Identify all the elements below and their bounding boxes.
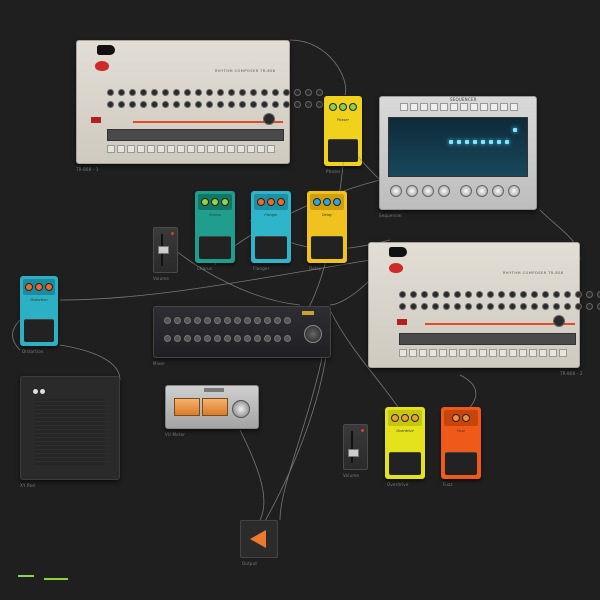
knob[interactable] (508, 185, 520, 197)
step-buttons[interactable] (399, 349, 567, 357)
tempo-knob[interactable] (553, 315, 565, 327)
footswitch[interactable] (445, 452, 477, 475)
device-caption: TR-808 - 1 (76, 167, 99, 172)
pedal-label: Fuzz (457, 429, 465, 433)
drum-machine-2[interactable]: RHYTHM COMPOSER TR-808 (368, 242, 600, 368)
fader-handle[interactable] (158, 246, 169, 254)
knob[interactable] (438, 185, 450, 197)
pad-indicator-icon (40, 389, 45, 394)
footswitch[interactable] (255, 236, 287, 259)
step-sequencer[interactable]: SEQUENCER (379, 96, 537, 210)
status-led (361, 429, 364, 432)
drum-machine-brand: RHYTHM COMPOSER TR-808 (503, 271, 564, 275)
device-caption: Volume (153, 276, 170, 281)
vu-meter[interactable] (165, 385, 259, 429)
step-panel (399, 333, 576, 345)
pedal-label: Overdrive (396, 429, 414, 433)
step-panel (107, 129, 284, 141)
legend-bar (44, 578, 68, 580)
gain-knob[interactable] (232, 400, 250, 418)
output-arrow-icon (250, 530, 266, 548)
sequencer-screen[interactable] (388, 117, 528, 177)
heart-logo-icon (95, 61, 109, 71)
knob[interactable] (476, 185, 488, 197)
device-caption: Volume (343, 473, 360, 478)
device-caption: Overdrive (387, 482, 409, 487)
speaker-icon (389, 247, 407, 257)
pedal-label: Flanger (264, 213, 278, 217)
pedal-label: Chorus (208, 213, 222, 217)
knob[interactable] (422, 185, 434, 197)
device-caption: Chorus (197, 266, 213, 271)
heart-logo-icon (389, 263, 403, 273)
display-led (91, 117, 101, 123)
footswitch[interactable] (199, 236, 231, 259)
legend-bar (18, 575, 34, 577)
knob[interactable] (492, 185, 504, 197)
volume-fader[interactable] (343, 424, 368, 470)
knob-row[interactable] (107, 101, 323, 108)
master-knob[interactable] (304, 325, 322, 343)
output-module[interactable] (240, 520, 278, 558)
knob[interactable] (406, 185, 418, 197)
device-caption: Phaser (326, 169, 341, 174)
knob[interactable] (460, 185, 472, 197)
fader-handle[interactable] (348, 449, 359, 457)
drum-machine-1[interactable]: RHYTHM COMPOSER TR-808 (76, 40, 323, 164)
status-led (171, 232, 174, 235)
pedal-label: Delay (321, 213, 333, 217)
knob-row[interactable] (107, 89, 323, 96)
pedal-label: Phaser (337, 118, 349, 122)
effect-pedal[interactable]: Delay (307, 191, 347, 263)
display-led (397, 319, 407, 325)
knob-row[interactable] (399, 291, 600, 298)
footswitch[interactable] (328, 139, 358, 162)
effect-pedal[interactable]: Fuzz (441, 407, 481, 479)
footswitch[interactable] (389, 452, 421, 475)
knob-row[interactable] (399, 303, 600, 310)
footswitch[interactable] (311, 236, 343, 259)
vu-meter-left (174, 398, 200, 416)
pad-surface[interactable] (35, 399, 105, 465)
step-buttons[interactable] (107, 145, 275, 153)
device-caption: Delay (309, 266, 322, 271)
footswitch[interactable] (24, 319, 54, 342)
sequencer-title: SEQUENCER (450, 97, 477, 102)
pedal-label: Distortion (30, 298, 48, 302)
knob[interactable] (390, 185, 402, 197)
vu-header (204, 388, 224, 392)
tempo-knob[interactable] (263, 113, 275, 125)
device-caption: Flanger (253, 266, 270, 271)
speaker-icon (97, 45, 115, 55)
device-caption: TR-808 - 2 (560, 371, 583, 376)
device-caption: VU Meter (165, 432, 186, 437)
accent-stripe (133, 121, 283, 123)
effect-pedal[interactable]: Overdrive (385, 407, 425, 479)
device-caption: Output (242, 561, 258, 566)
device-caption: Sequencer (379, 213, 403, 218)
mixer[interactable] (153, 306, 331, 358)
device-caption: XY Pad (20, 483, 35, 488)
drum-machine-brand: RHYTHM COMPOSER TR-808 (215, 69, 276, 73)
device-caption: Distortion (22, 349, 44, 354)
mixer-badge (302, 311, 314, 315)
volume-fader[interactable] (153, 227, 178, 273)
effect-pedal[interactable]: Distortion (20, 276, 58, 346)
effect-pedal[interactable]: Flanger (251, 191, 291, 263)
device-caption: Mixer (153, 361, 165, 366)
effect-pedal[interactable]: Chorus (195, 191, 235, 263)
xy-pad[interactable] (20, 376, 120, 480)
pad-indicator-icon (33, 389, 38, 394)
effect-pedal[interactable]: Phaser (324, 96, 362, 166)
device-caption: Fuzz (443, 482, 453, 487)
vu-meter-right (202, 398, 228, 416)
mode-buttons[interactable] (400, 103, 518, 111)
